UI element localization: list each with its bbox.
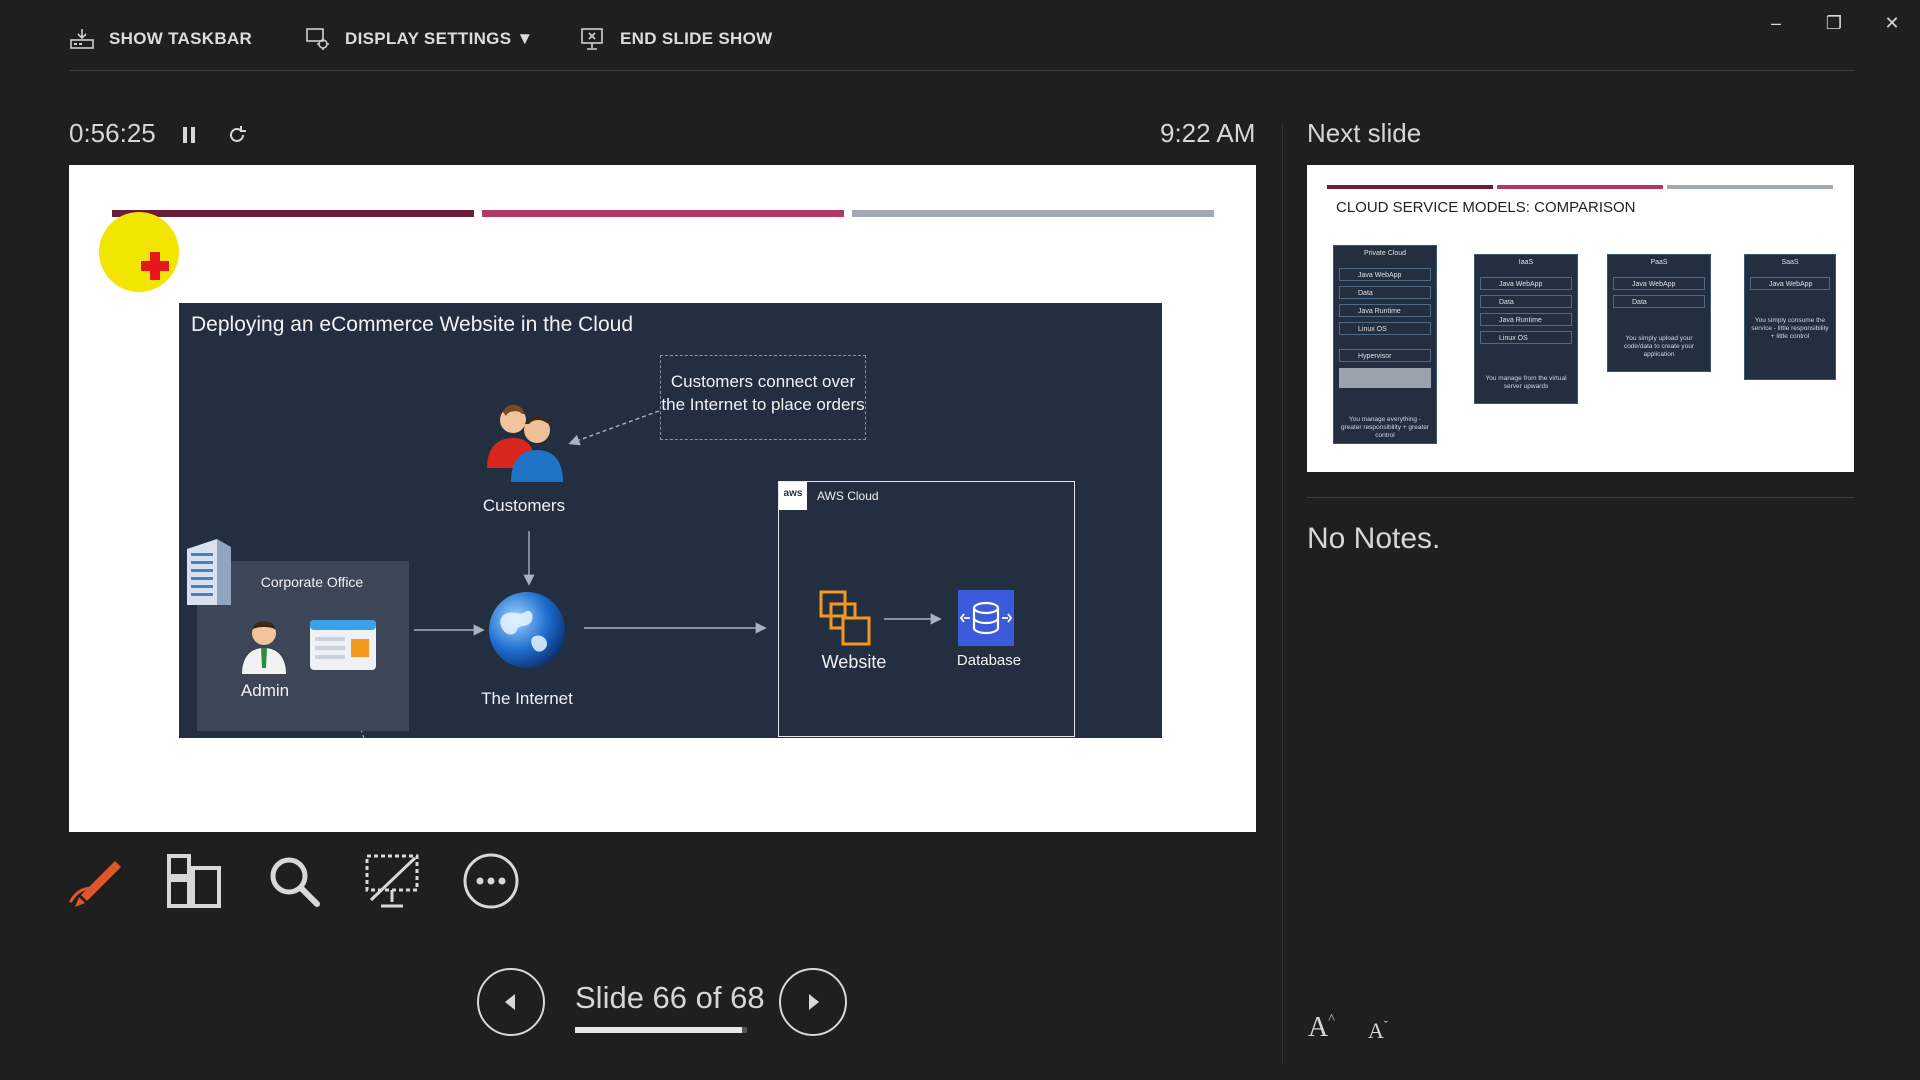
elapsed-timer: 0:56:25 [69, 118, 156, 148]
display-settings-label: DISPLAY SETTINGS ▼ [345, 29, 534, 48]
pen-icon [69, 861, 121, 907]
website-icon [819, 590, 871, 646]
pause-timer-button[interactable] [174, 120, 204, 150]
current-slide[interactable]: Deploying an eCommerce Website in the Cl… [69, 165, 1256, 832]
database-icon [958, 590, 1014, 646]
more-options-icon [463, 853, 519, 909]
next-slide-button[interactable] [779, 968, 847, 1036]
slide-bar-3 [852, 210, 1214, 217]
show-taskbar-label: SHOW TASKBAR [109, 29, 253, 48]
database-label: Database [956, 652, 1022, 669]
restore-icon: ❐ [1825, 12, 1843, 33]
notes-divider [1307, 497, 1854, 498]
thumb-card-title: Private Cloud [1363, 250, 1407, 257]
more-options-button[interactable] [458, 848, 524, 914]
minimize-icon: – [1770, 12, 1781, 33]
thumb-row: Java WebApp [1613, 277, 1705, 290]
restore-button[interactable]: ❐ [1814, 8, 1854, 38]
end-slide-show-button[interactable]: END SLIDE SHOW [580, 22, 773, 56]
pen-tool-button[interactable] [64, 848, 130, 914]
cursor-cross-icon [141, 252, 169, 280]
close-button[interactable]: ✕ [1872, 8, 1912, 38]
office-building-icon [187, 539, 231, 605]
end-show-icon [581, 28, 603, 50]
pause-icon [183, 127, 195, 143]
panel-divider [1282, 124, 1283, 1064]
next-slide-label: Next slide [1307, 118, 1422, 148]
increase-font-label: A [1308, 1012, 1329, 1043]
thumb-card-footer: You manage everything - greater responsi… [1341, 416, 1429, 439]
next-arrow-icon [809, 994, 819, 1010]
toolbar-divider [69, 70, 1855, 71]
decrease-font-label: A [1368, 1018, 1384, 1043]
decrease-font-button[interactable]: Aˇ [1368, 1018, 1388, 1044]
thumb-bar-3 [1667, 185, 1833, 189]
black-screen-button[interactable] [359, 848, 425, 914]
thumb-card-title: SaaS [1781, 259, 1799, 266]
thumb-card-footer: You simply consume the service - little … [1751, 317, 1829, 340]
admin-label: Admin [240, 681, 290, 700]
increase-font-button[interactable]: A^ [1308, 1012, 1335, 1044]
thumb-card-footer: You simply upload your code/data to crea… [1623, 335, 1695, 358]
zoom-icon [270, 857, 320, 907]
slide-progress-fill [575, 1027, 742, 1033]
close-icon: ✕ [1884, 12, 1900, 33]
internet-label: The Internet [481, 689, 573, 708]
next-slide-thumbnail[interactable]: CLOUD SERVICE MODELS: COMPARISON Private… [1307, 165, 1854, 472]
decrease-caret-icon: ˇ [1383, 1018, 1388, 1032]
aws-logo: aws [779, 482, 807, 510]
thumb-bar-1 [1327, 185, 1493, 189]
previous-slide-button[interactable] [477, 968, 545, 1036]
thumb-row: Linux OS [1339, 322, 1431, 335]
thumb-row: Java Runtime [1339, 304, 1431, 317]
restart-icon [230, 126, 246, 142]
thumb-card-title: IaaS [1518, 259, 1534, 266]
thumb-row: Hypervisor [1339, 349, 1431, 362]
show-taskbar-button[interactable]: SHOW TASKBAR [69, 22, 252, 56]
thumb-row: Java WebApp [1339, 268, 1431, 281]
see-all-slides-button[interactable] [161, 848, 227, 914]
speaker-notes: No Notes. [1307, 522, 1441, 555]
thumb-card-paas: PaaS Java WebApp Data You simply upload … [1607, 254, 1711, 372]
thumb-row: Data [1613, 295, 1705, 308]
end-slide-show-label: END SLIDE SHOW [620, 29, 773, 48]
aws-cloud-box: aws AWS Cloud Website Database [778, 481, 1075, 737]
zoom-button[interactable] [261, 848, 327, 914]
admin-icon [242, 621, 286, 674]
slide-progress-bar [575, 1027, 747, 1033]
admin-console-icon [310, 620, 376, 670]
thumb-row: Java WebApp [1480, 277, 1572, 290]
thumb-card-saas: SaaS Java WebApp You simply consume the … [1744, 254, 1836, 380]
globe-icon [489, 592, 565, 668]
thumb-row: Linux OS [1480, 331, 1572, 344]
corporate-office-label: Corporate Office [260, 574, 364, 590]
website-label: Website [821, 652, 887, 672]
slide-bar-1 [112, 210, 474, 217]
thumb-card-title: PaaS [1650, 259, 1668, 266]
black-screen-icon [365, 854, 419, 908]
slide-counter: Slide 66 of 68 [575, 980, 765, 1015]
slide-bar-2 [482, 210, 844, 217]
thumb-row: Data [1339, 286, 1431, 299]
thumb-bar-2 [1497, 185, 1663, 189]
minimize-button[interactable]: – [1756, 8, 1796, 38]
display-settings-icon [306, 28, 329, 50]
thumb-hardware [1339, 368, 1431, 388]
display-settings-button[interactable]: DISPLAY SETTINGS ▼ [305, 22, 534, 56]
thumb-row: Java WebApp [1750, 277, 1830, 290]
thumb-row: Java Runtime [1480, 313, 1572, 326]
restart-timer-button[interactable] [222, 120, 252, 150]
diagram-panel: Deploying an eCommerce Website in the Cl… [179, 303, 1162, 738]
increase-caret-icon: ^ [1328, 1012, 1335, 1027]
taskbar-icon [70, 29, 94, 49]
thumb-card-footer: You manage from the virtual server upwar… [1485, 375, 1567, 390]
previous-arrow-icon [505, 994, 515, 1010]
aws-cloud-label: AWS Cloud [817, 489, 879, 503]
see-all-slides-icon [167, 854, 221, 908]
current-time: 9:22 AM [1160, 118, 1256, 148]
thumb-card-private-cloud: Private Cloud Java WebApp Data Java Runt… [1333, 245, 1437, 444]
thumb-card-iaas: IaaS Java WebApp Data Java Runtime Linux… [1474, 254, 1578, 404]
next-slide-title: CLOUD SERVICE MODELS: COMPARISON [1336, 199, 1636, 216]
thumb-row: Data [1480, 295, 1572, 308]
